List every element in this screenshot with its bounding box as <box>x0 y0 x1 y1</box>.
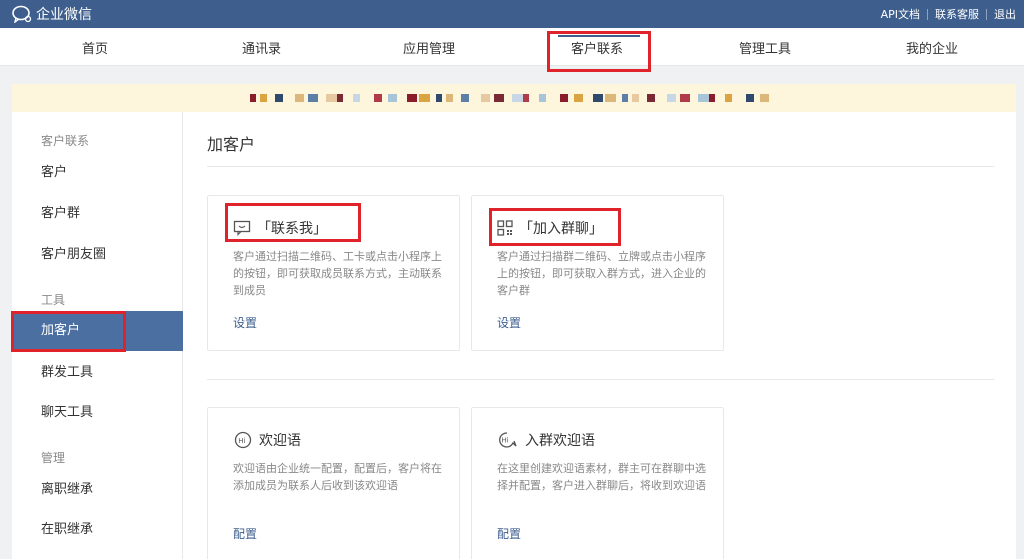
card-title-text: 欢迎语 <box>259 433 301 449</box>
card-title: Hi 入群欢迎语 <box>497 430 595 450</box>
card-title: Hi 欢迎语 <box>233 430 301 450</box>
page-title: 加客户 <box>207 135 256 154</box>
redacted-pixel <box>374 94 382 102</box>
redacted-pixel <box>523 94 529 102</box>
group-welcome-message-card: Hi 入群欢迎语 在这里创建欢迎语素材，群主可在群聊中选择并配置，客户进入群聊后… <box>471 407 724 559</box>
redacted-pixel <box>353 94 360 102</box>
logo[interactable]: 企业微信 <box>12 4 92 24</box>
nav-contacts[interactable]: 通讯录 <box>242 38 281 57</box>
redacted-pixel <box>725 94 732 102</box>
message-icon <box>233 220 251 236</box>
sidebar-item-resigned-transfer[interactable]: 离职继承 <box>12 470 183 510</box>
nav-home[interactable]: 首页 <box>82 38 108 57</box>
redacted-pixel <box>539 94 546 102</box>
redacted-pixel <box>295 94 304 102</box>
divider <box>986 8 987 20</box>
logo-text: 企业微信 <box>36 7 92 23</box>
redacted-pixel <box>647 94 655 102</box>
redacted-pixel <box>419 94 430 102</box>
card-description: 客户通过扫描二维码、工卡或点击小程序上的按钮，即可获取成员联系方式，主动联系到成… <box>233 250 442 297</box>
redacted-pixel <box>481 94 490 102</box>
divider <box>927 8 928 20</box>
hi-chat-icon: Hi <box>497 431 519 449</box>
sidebar-item-chat-tools[interactable]: 聊天工具 <box>12 393 183 433</box>
wecom-logo-icon <box>12 5 32 23</box>
sidebar-item-onjob-transfer[interactable]: 在职继承 <box>12 510 183 550</box>
redacted-pixel <box>275 94 283 102</box>
setup-link[interactable]: 设置 <box>233 314 257 331</box>
sidebar-item-add-customer[interactable]: 加客户 <box>12 311 183 351</box>
redacted-pixel <box>407 94 417 102</box>
redacted-pixel <box>512 94 523 102</box>
redacted-pixel <box>622 94 628 102</box>
card-description: 欢迎语由企业统一配置，配置后，客户将在添加成员为联系人后收到该欢迎语 <box>233 462 442 492</box>
join-group-card: 「加入群聊」 客户通过扫描群二维码、立牌或点击小程序上的按钮，即可获取入群方式，… <box>471 195 724 351</box>
top-links: API文档 联系客服 退出 <box>881 6 1016 22</box>
redacted-pixel <box>461 94 469 102</box>
redacted-pixel <box>308 94 318 102</box>
nav-my-enterprise[interactable]: 我的企业 <box>906 38 958 57</box>
svg-text:Hi: Hi <box>238 437 245 445</box>
redacted-pixel <box>709 94 715 102</box>
sidebar-item-mass-send[interactable]: 群发工具 <box>12 353 183 393</box>
sidebar-item-customers[interactable]: 客户 <box>12 153 183 193</box>
configure-link[interactable]: 配置 <box>497 525 521 542</box>
nav-active-indicator <box>558 35 640 37</box>
redacted-pixel <box>446 94 453 102</box>
redacted-pixel <box>436 94 442 102</box>
welcome-message-card: Hi 欢迎语 欢迎语由企业统一配置，配置后，客户将在添加成员为联系人后收到该欢迎… <box>207 407 460 559</box>
configure-link[interactable]: 配置 <box>233 525 257 542</box>
redacted-pixel <box>337 94 343 102</box>
sidebar-group-customer-contact: 客户联系 <box>41 134 90 148</box>
qrcode-icon <box>497 220 513 236</box>
logout-link[interactable]: 退出 <box>994 6 1016 22</box>
top-header: 企业微信 API文档 联系客服 退出 <box>0 0 1024 28</box>
contact-me-card: 「联系我」 客户通过扫描二维码、工卡或点击小程序上的按钮，即可获取成员联系方式，… <box>207 195 460 351</box>
divider <box>207 166 994 167</box>
redacted-pixel <box>574 94 583 102</box>
card-title-text: 「加入群聊」 <box>519 221 603 237</box>
card-title: 「加入群聊」 <box>497 218 603 238</box>
redacted-pixel <box>605 94 616 102</box>
nav-management-tools[interactable]: 管理工具 <box>739 38 791 57</box>
redacted-pixel <box>326 94 337 102</box>
card-description: 客户通过扫描群二维码、立牌或点击小程序上的按钮，即可获取入群方式，进入企业的客户… <box>497 250 706 297</box>
svg-text:Hi: Hi <box>502 437 509 445</box>
redacted-pixel <box>260 94 267 102</box>
card-title-text: 「联系我」 <box>257 221 327 237</box>
redacted-pixel <box>760 94 769 102</box>
redacted-pixel <box>388 94 397 102</box>
sidebar-group-tools: 工具 <box>41 293 66 307</box>
redacted-pixel <box>746 94 754 102</box>
redacted-pixel <box>560 94 568 102</box>
main-nav: 首页 通讯录 应用管理 客户联系 管理工具 我的企业 <box>0 28 1024 66</box>
nav-app-management[interactable]: 应用管理 <box>403 38 455 57</box>
hi-icon: Hi <box>233 431 253 449</box>
setup-link[interactable]: 设置 <box>497 314 521 331</box>
redacted-pixel <box>250 94 256 102</box>
card-description: 在这里创建欢迎语素材，群主可在群聊中选择并配置，客户进入群聊后，将收到欢迎语 <box>497 462 706 492</box>
redacted-pixel <box>632 94 639 102</box>
sidebar-group-management: 管理 <box>41 451 66 465</box>
redacted-pixel <box>680 94 690 102</box>
sidebar-item-customer-groups[interactable]: 客户群 <box>12 194 183 234</box>
sidebar: 客户联系 客户 客户群 客户朋友圈 工具 加客户 群发工具 聊天工具 管理 离职… <box>12 112 183 559</box>
sidebar-item-moments[interactable]: 客户朋友圈 <box>12 235 183 275</box>
redacted-pixel <box>667 94 676 102</box>
api-docs-link[interactable]: API文档 <box>881 6 920 22</box>
card-title: 「联系我」 <box>233 218 327 238</box>
divider <box>207 379 994 380</box>
nav-customer-contact[interactable]: 客户联系 <box>571 38 623 57</box>
redacted-pixel <box>698 94 709 102</box>
contact-support-link[interactable]: 联系客服 <box>935 6 979 22</box>
notice-banner <box>12 84 1016 112</box>
redacted-pixel <box>593 94 603 102</box>
redacted-pixel <box>494 94 504 102</box>
card-title-text: 入群欢迎语 <box>525 433 595 449</box>
